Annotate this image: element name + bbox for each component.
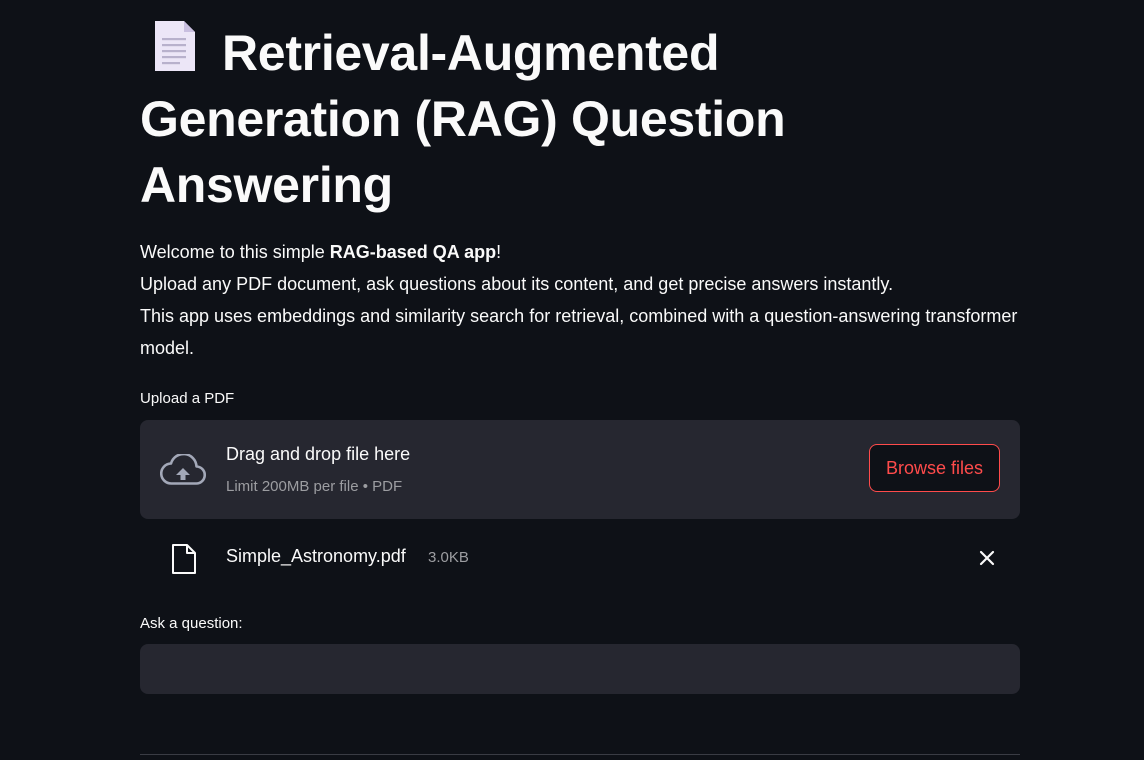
question-input[interactable] bbox=[140, 644, 1020, 694]
page-facing-up-icon bbox=[155, 21, 195, 71]
uploaded-file-size: 3.0KB bbox=[428, 549, 469, 566]
intro-line-1: Welcome to this simple RAG-based QA app! bbox=[140, 236, 1020, 268]
close-icon[interactable] bbox=[976, 547, 998, 569]
file-dropzone[interactable]: Drag and drop file here Limit 200MB per … bbox=[140, 420, 1020, 519]
divider bbox=[140, 754, 1020, 755]
intro-line-1-bold: RAG-based QA app bbox=[329, 242, 497, 262]
intro-line-1-suffix: ! bbox=[496, 242, 502, 262]
uploaded-file-row: Simple_Astronomy.pdf 3.0KB bbox=[140, 535, 1020, 581]
question-label: Ask a question: bbox=[140, 615, 243, 632]
uploaded-file-name: Simple_Astronomy.pdf bbox=[226, 546, 406, 566]
intro-line-3: This app uses embeddings and similarity … bbox=[140, 306, 1018, 358]
upload-limit-text: Limit 200MB per file • PDF bbox=[226, 478, 403, 495]
page-title: Retrieval-Augmented Generation (RAG) Que… bbox=[140, 18, 840, 218]
intro-text: Welcome to this simple RAG-based QA app!… bbox=[140, 236, 1020, 364]
file-icon bbox=[172, 544, 196, 574]
upload-label: Upload a PDF bbox=[140, 390, 235, 407]
drop-instruction: Drag and drop file here bbox=[226, 444, 411, 464]
browse-files-button[interactable]: Browse files bbox=[869, 444, 1000, 492]
page-title-text: Retrieval-Augmented Generation (RAG) Que… bbox=[140, 25, 786, 213]
intro-line-2: Upload any PDF document, ask questions a… bbox=[140, 274, 894, 294]
intro-line-1-prefix: Welcome to this simple bbox=[140, 242, 330, 262]
cloud-upload-icon bbox=[160, 454, 206, 485]
